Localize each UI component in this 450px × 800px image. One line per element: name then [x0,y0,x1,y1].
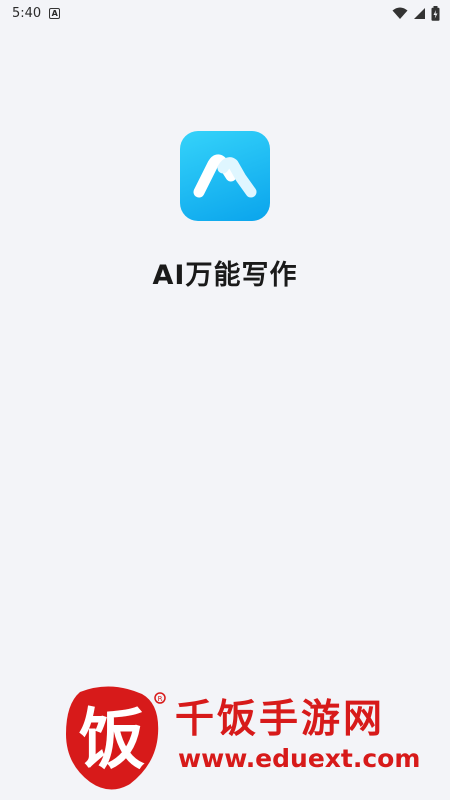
watermark: 饭 R 千饭手游网 www.eduext.com [60,684,440,794]
status-time: 5:40 [12,5,42,21]
battery-charging-icon [431,5,440,21]
status-bar: 5:40 A [0,0,450,26]
a-letter-icon: A [49,7,61,19]
status-right [392,5,440,21]
watermark-url: www.eduext.com [178,744,421,773]
signal-icon [414,7,425,19]
m-logo-icon [193,154,257,198]
status-left: 5:40 A [12,5,61,21]
app-icon [180,131,270,221]
watermark-logo-char: 饭 [79,701,145,778]
app-name: AI万能写作 [152,260,298,291]
watermark-logo: 饭 R [66,686,166,790]
svg-text:R: R [158,695,163,703]
watermark-site-name: 千饭手游网 [175,697,386,742]
wifi-icon [392,7,408,19]
